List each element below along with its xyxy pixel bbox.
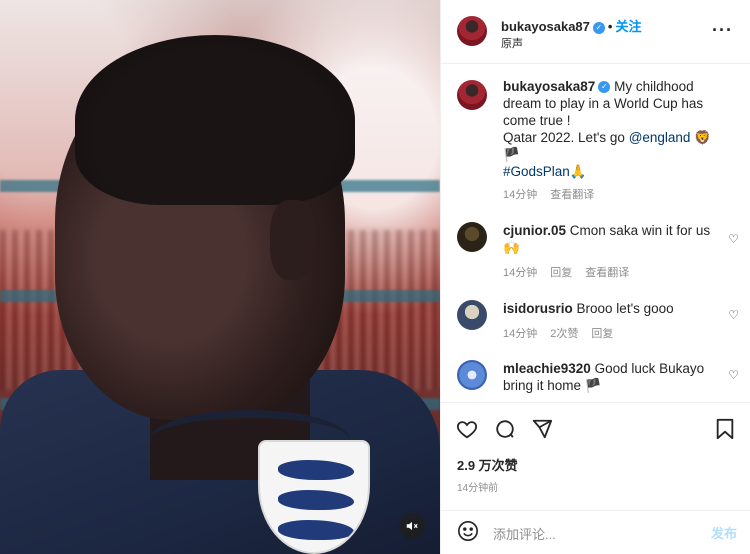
comment-likes[interactable]: 2次赞 <box>550 328 578 340</box>
commenter-username[interactable]: isidorusrio <box>503 301 573 316</box>
like-comment-heart-icon[interactable]: ♡ <box>728 368 739 382</box>
mention-link[interactable]: @england <box>629 130 691 145</box>
comment-meta: 14分钟 2次赞 回复 <box>503 325 626 341</box>
comment-composer: 添加评论... 发布 <box>441 510 750 554</box>
separator-dot: • <box>607 19 613 34</box>
caption-avatar[interactable] <box>457 80 487 110</box>
save-bookmark-icon[interactable] <box>713 417 737 441</box>
translate-link[interactable]: 查看翻译 <box>585 267 629 279</box>
comment-input[interactable]: 添加评论... <box>493 524 556 543</box>
reply-button[interactable]: 回复 <box>591 328 613 340</box>
speaker-mute-icon[interactable] <box>399 513 425 539</box>
comment-text: mleachie9320 Good luck Bukayo bring it h… <box>503 360 711 394</box>
commenter-username[interactable]: cjunior.05 <box>503 223 566 238</box>
comment-text: cjunior.05 Cmon saka win it for us 🙌 <box>503 222 711 256</box>
lion-emoji: 🦁 <box>694 130 712 145</box>
more-options-icon[interactable]: ··· <box>712 20 733 41</box>
post-time[interactable]: 14分钟前 <box>457 479 498 494</box>
pray-emoji: 🙏 <box>569 164 587 179</box>
caption-translate-link[interactable]: 查看翻译 <box>550 189 594 201</box>
commenter-avatar[interactable] <box>457 222 487 252</box>
comment-time: 14分钟 <box>503 328 538 340</box>
share-paper-plane-icon[interactable] <box>530 417 554 441</box>
action-bar: 2.9 万次赞 14分钟前 <box>441 402 750 526</box>
author-avatar[interactable] <box>457 16 487 46</box>
comment-bubble-icon[interactable] <box>493 417 517 441</box>
crest-lion <box>278 520 354 540</box>
commenter-username[interactable]: mleachie9320 <box>503 361 591 376</box>
like-comment-heart-icon[interactable]: ♡ <box>728 308 739 322</box>
comment-time: 14分钟 <box>503 267 538 279</box>
player-ear <box>270 200 315 280</box>
hashtag-link[interactable]: #GodsPlan <box>503 164 570 179</box>
commenter-avatar[interactable] <box>457 360 487 390</box>
post-media[interactable] <box>0 0 440 554</box>
crest-lion <box>278 460 354 480</box>
author-username-row: bukayosaka87 ✓ • 关注 <box>501 16 641 35</box>
author-username[interactable]: bukayosaka87 <box>501 19 590 34</box>
commenter-avatar[interactable] <box>457 300 487 330</box>
comment-emoji: 🙌 <box>503 240 520 255</box>
player-hair <box>75 35 355 205</box>
like-count[interactable]: 2.9 万次赞 <box>457 455 518 474</box>
like-heart-icon[interactable] <box>455 417 479 441</box>
post-side-panel: bukayosaka87 ✓ • 关注 原声 ··· bukayosaka87 ✓ My… <box>440 0 750 554</box>
comment-emoji: 🏴 <box>584 378 602 393</box>
verified-icon: ✓ <box>598 81 611 94</box>
caption-line-2: Qatar 2022. Let's go <box>503 130 625 145</box>
like-comment-heart-icon[interactable]: ♡ <box>728 232 739 246</box>
verified-icon: ✓ <box>592 21 605 34</box>
reply-button[interactable]: 回复 <box>550 267 572 279</box>
comment-text: isidorusrio Brooo let's gooo <box>503 300 711 317</box>
comment-body: Cmon saka win it for us <box>569 223 711 238</box>
original-audio-link[interactable]: 原声 <box>501 35 523 51</box>
post-header: bukayosaka87 ✓ • 关注 原声 ··· <box>441 0 750 64</box>
crest-lion <box>278 490 354 510</box>
caption-text: bukayosaka87 ✓ My childhood dream to play… <box>503 78 731 180</box>
caption-username[interactable]: bukayosaka87 <box>503 79 595 94</box>
post-comment-button[interactable]: 发布 <box>711 523 737 542</box>
comment-meta: 14分钟 回复 查看翻译 <box>503 264 642 280</box>
caption-time: 14分钟 <box>503 189 538 201</box>
flag-emoji: 🏴 <box>503 147 520 162</box>
caption-meta: 14分钟 查看翻译 <box>503 186 607 202</box>
emoji-icon[interactable] <box>457 520 479 545</box>
follow-button[interactable]: 关注 <box>615 19 641 34</box>
comment-body: Brooo let's gooo <box>576 301 674 316</box>
comments-list[interactable]: bukayosaka87 ✓ My childhood dream to play… <box>441 64 750 402</box>
